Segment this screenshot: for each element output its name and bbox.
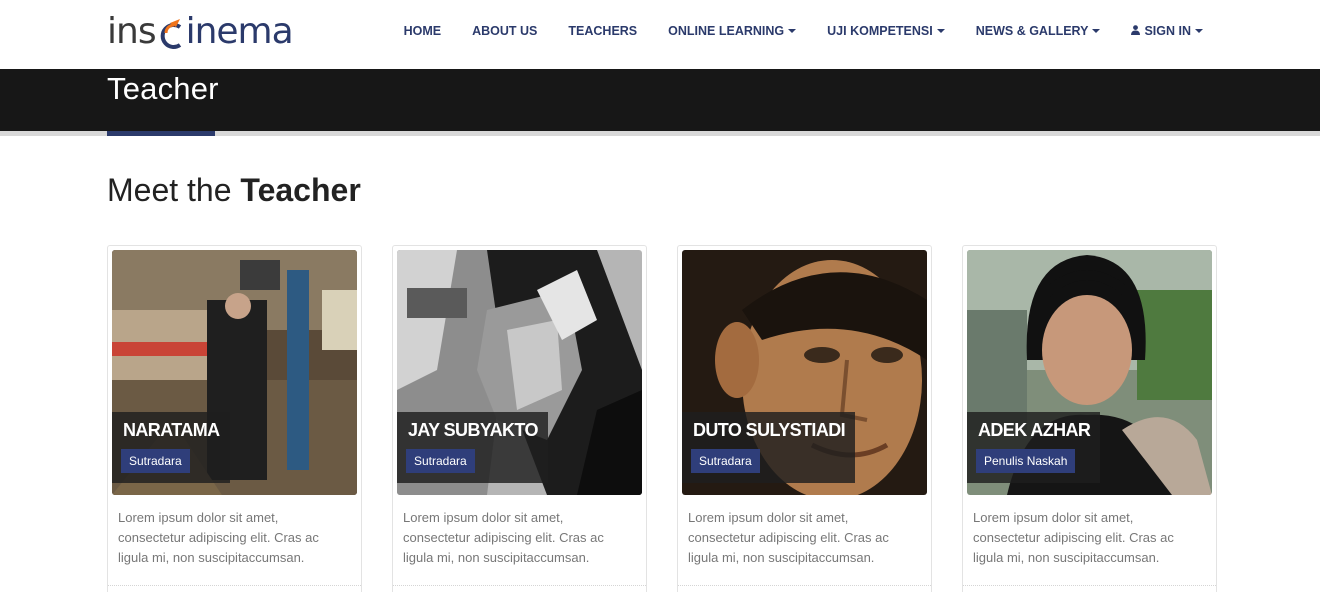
teacher-description: Lorem ipsum dolor sit amet, consectetur … bbox=[688, 510, 889, 565]
teacher-name: JAY SUBYAKTO bbox=[408, 420, 538, 440]
title-accent-underline bbox=[107, 131, 215, 136]
page-title: Teacher bbox=[107, 71, 219, 106]
teacher-description: Lorem ipsum dolor sit amet, consectetur … bbox=[403, 510, 604, 565]
nav-sign-in[interactable]: SIGN IN bbox=[1131, 24, 1203, 38]
teacher-description: Lorem ipsum dolor sit amet, consectetur … bbox=[118, 510, 319, 565]
teacher-name-box: JAY SUBYAKTO Sutradara bbox=[397, 412, 548, 483]
teacher-role-badge: Sutradara bbox=[406, 449, 475, 473]
teacher-card[interactable]: JAY SUBYAKTO Sutradara Lorem ipsum dolor… bbox=[392, 245, 647, 592]
site-header: ins inema HOME ABOUT US TEACHERS ONLINE L… bbox=[0, 0, 1320, 69]
caret-down-icon bbox=[1195, 29, 1203, 33]
teacher-name-box: ADEK AZHAR Penulis Naskah bbox=[967, 412, 1101, 483]
card-divider bbox=[678, 585, 931, 586]
teacher-name-box: NARATAMA Sutradara bbox=[112, 412, 230, 483]
card-divider bbox=[393, 585, 646, 586]
site-logo[interactable]: ins inema bbox=[107, 10, 294, 54]
nav-uji-kompetensi[interactable]: UJI KOMPETENSI bbox=[827, 24, 945, 38]
teacher-description: Lorem ipsum dolor sit amet, consectetur … bbox=[973, 510, 1174, 565]
nav-teachers[interactable]: TEACHERS bbox=[568, 24, 637, 38]
teacher-photo[interactable]: DUTO SULYSTIADI Sutradara bbox=[682, 250, 927, 495]
logo-wordmark: ins inema bbox=[107, 11, 294, 52]
teacher-name-box: DUTO SULYSTIADI Sutradara bbox=[682, 412, 856, 483]
nav-home[interactable]: HOME bbox=[404, 24, 442, 38]
caret-down-icon bbox=[788, 29, 797, 33]
nav-news-gallery[interactable]: NEWS & GALLERY bbox=[976, 24, 1101, 38]
teacher-card[interactable]: NARATAMA Sutradara Lorem ipsum dolor sit… bbox=[107, 245, 362, 592]
teacher-card[interactable]: ADEK AZHAR Penulis Naskah Lorem ipsum do… bbox=[962, 245, 1217, 592]
main-nav: HOME ABOUT US TEACHERS ONLINE LEARNING U… bbox=[373, 0, 1203, 62]
page-title-bar: Teacher bbox=[0, 69, 1320, 131]
teacher-photo[interactable]: JAY SUBYAKTO Sutradara bbox=[397, 250, 642, 495]
teacher-role-badge: Penulis Naskah bbox=[976, 449, 1076, 473]
teacher-name: ADEK AZHAR bbox=[978, 420, 1091, 440]
teacher-name: NARATAMA bbox=[123, 420, 220, 440]
card-divider bbox=[963, 585, 1216, 586]
caret-down-icon bbox=[936, 29, 945, 33]
teacher-name: DUTO SULYSTIADI bbox=[693, 420, 846, 440]
teacher-photo[interactable]: NARATAMA Sutradara bbox=[112, 250, 357, 495]
nav-online-learning[interactable]: ONLINE LEARNING bbox=[668, 24, 797, 38]
nav-about-us[interactable]: ABOUT US bbox=[472, 24, 537, 38]
caret-down-icon bbox=[1092, 29, 1101, 33]
teacher-photo[interactable]: ADEK AZHAR Penulis Naskah bbox=[967, 250, 1212, 495]
teacher-card[interactable]: DUTO SULYSTIADI Sutradara Lorem ipsum do… bbox=[677, 245, 932, 592]
user-icon bbox=[1131, 24, 1141, 38]
logo-c-mark-icon bbox=[156, 15, 186, 51]
section-heading: Meet the Teacher bbox=[107, 172, 361, 208]
card-divider bbox=[108, 585, 361, 586]
teacher-role-badge: Sutradara bbox=[691, 449, 760, 473]
teacher-role-badge: Sutradara bbox=[121, 449, 190, 473]
